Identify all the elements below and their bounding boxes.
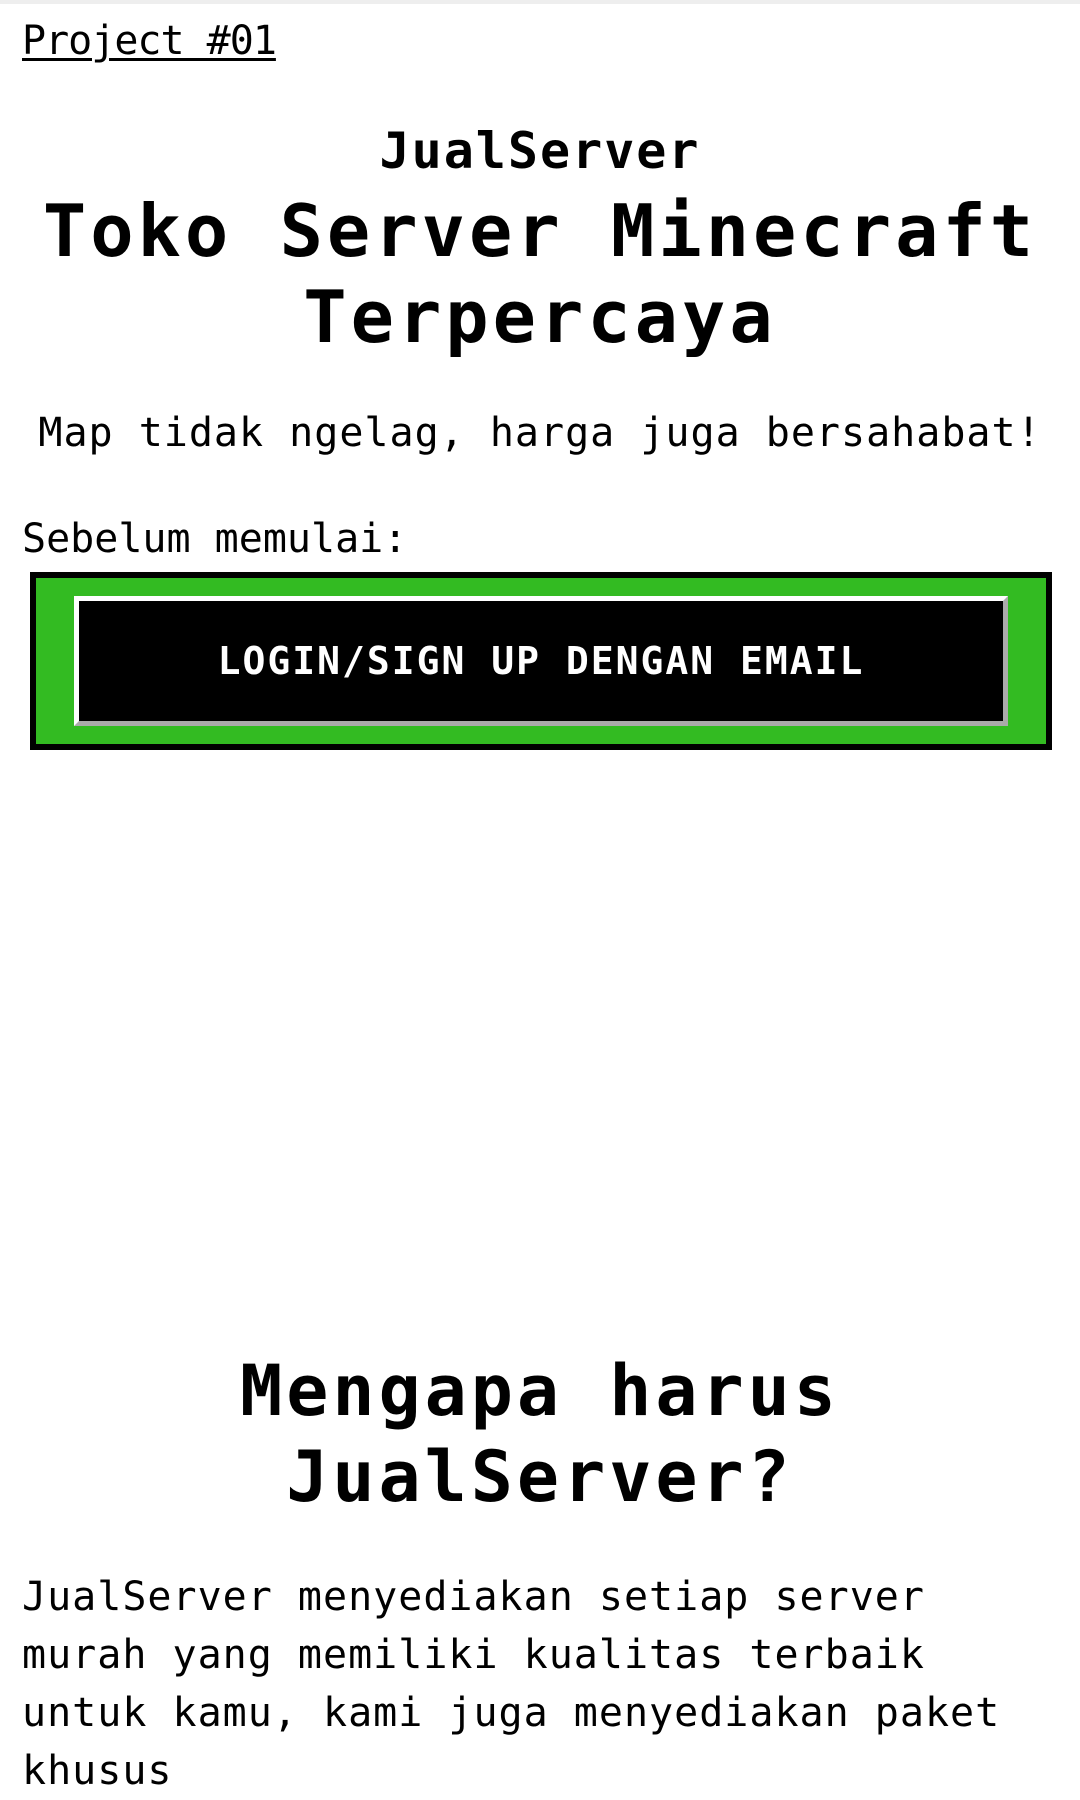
login-button-border: LOGIN/SIGN UP DENGAN EMAIL xyxy=(36,578,1046,744)
login-signup-email-button[interactable]: LOGIN/SIGN UP DENGAN EMAIL xyxy=(74,596,1008,726)
login-button-frame: LOGIN/SIGN UP DENGAN EMAIL xyxy=(30,572,1052,750)
why-heading: Mengapa harus JualServer? xyxy=(240,1350,840,1518)
why-body-text: JualServer menyediakan setiap server mur… xyxy=(22,1574,1001,1794)
hero-headline: Toko Server Minecraft Terpercaya xyxy=(42,189,1038,359)
top-divider xyxy=(0,0,1080,4)
brand-name: JualServer xyxy=(379,122,701,180)
project-link[interactable]: Project #01 xyxy=(22,16,277,66)
hero-tagline: Map tidak ngelag, harga juga bersahabat! xyxy=(38,410,1042,456)
before-start-label: Sebelum memulai: xyxy=(22,516,408,562)
